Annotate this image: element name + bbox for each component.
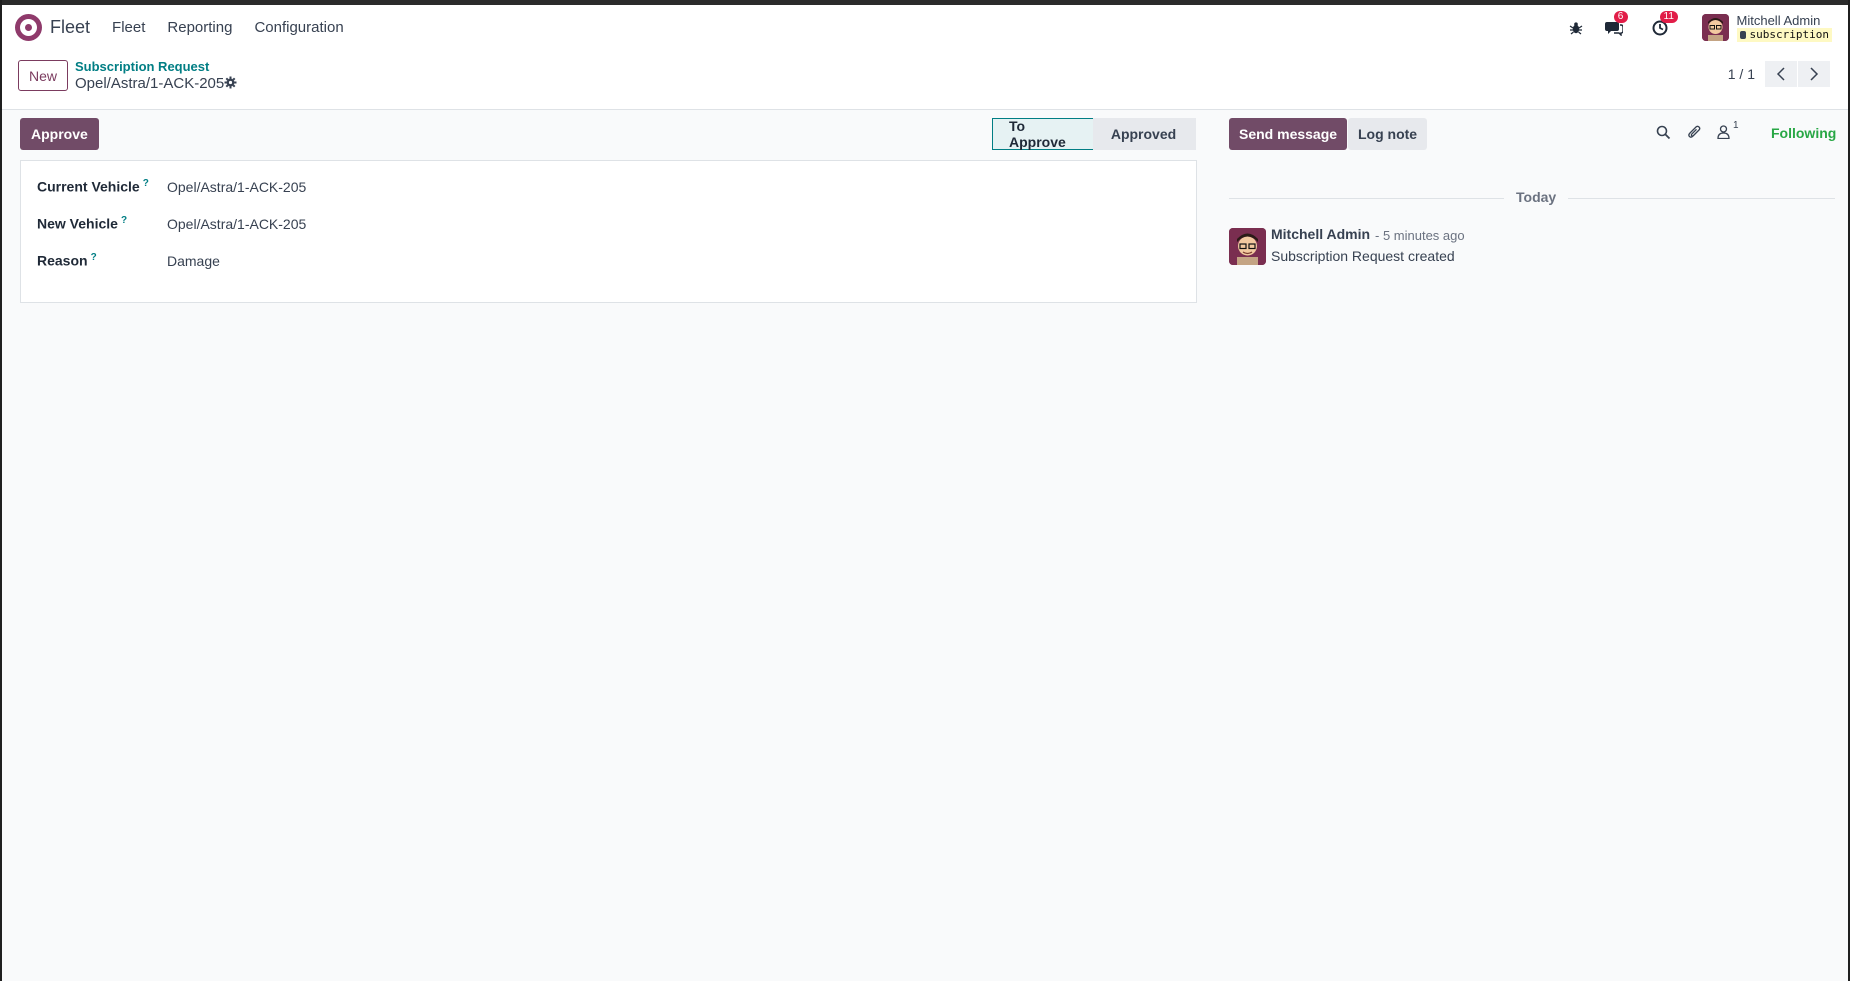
pager-next-button[interactable] — [1798, 61, 1830, 87]
status-bar: To Approve Approved — [992, 118, 1196, 150]
following-button[interactable]: Following — [1771, 125, 1836, 141]
paperclip-icon[interactable] — [1687, 124, 1701, 140]
log-note-button[interactable]: Log note — [1348, 118, 1428, 150]
database-name: subscription — [1736, 27, 1832, 42]
field-label: New Vehicle? — [37, 215, 128, 232]
chat-icon[interactable]: 6 — [1604, 10, 1628, 38]
help-tooltip-icon[interactable]: ? — [143, 178, 149, 189]
activities-badge: 11 — [1659, 10, 1678, 23]
menu-item-fleet[interactable]: Fleet — [112, 19, 145, 36]
message-body: Subscription Request created — [1271, 248, 1455, 264]
fleet-logo-icon — [15, 14, 42, 41]
help-tooltip-icon[interactable]: ? — [91, 252, 97, 263]
control-panel: New Subscription Request Opel/Astra/1-AC… — [2, 50, 1848, 110]
field-label: Reason? — [37, 252, 97, 269]
record-name: Opel/Astra/1-ACK-205 — [75, 75, 225, 92]
form-sheet: Current Vehicle? Opel/Astra/1-ACK-205 Ne… — [20, 160, 1197, 303]
new-vehicle-value[interactable]: Opel/Astra/1-ACK-205 — [167, 216, 306, 232]
message-timestamp: - 5 minutes ago — [1375, 228, 1465, 243]
main-navbar: Fleet Fleet Reporting Configuration 6 11… — [2, 5, 1848, 50]
user-avatar[interactable] — [1701, 14, 1729, 41]
chevron-left-icon — [1776, 67, 1785, 81]
menu-item-configuration[interactable]: Configuration — [254, 19, 343, 36]
chevron-right-icon — [1810, 67, 1819, 81]
pager: 1 / 1 — [1728, 61, 1830, 87]
systray: 6 11 Mitchell Admin subscription — [1566, 5, 1848, 50]
current-vehicle-value[interactable]: Opel/Astra/1-ACK-205 — [167, 179, 306, 195]
approve-button[interactable]: Approve — [20, 118, 99, 150]
pager-previous-button[interactable] — [1765, 61, 1797, 87]
messages-badge: 6 — [1613, 10, 1628, 23]
new-button[interactable]: New — [18, 60, 69, 91]
clock-icon[interactable]: 11 — [1650, 10, 1678, 38]
send-message-button[interactable]: Send message — [1229, 118, 1348, 150]
field-reason: Reason? Damage — [37, 252, 220, 269]
top-menu: Fleet Reporting Configuration — [112, 19, 366, 36]
app-name: Fleet — [50, 17, 91, 37]
pager-value[interactable]: 1 / 1 — [1728, 66, 1755, 82]
chatter-tools: 1 — [1656, 120, 1742, 140]
breadcrumb-subscription-request[interactable]: Subscription Request — [75, 59, 209, 74]
menu-item-reporting[interactable]: Reporting — [167, 19, 232, 36]
status-approved[interactable]: Approved — [1093, 118, 1196, 150]
field-label: Current Vehicle? — [37, 178, 149, 195]
bug-icon[interactable] — [1566, 18, 1586, 38]
gear-icon[interactable] — [224, 76, 237, 93]
date-separator-label: Today — [1504, 189, 1569, 205]
help-tooltip-icon[interactable]: ? — [121, 215, 127, 226]
followers-count: 1 — [1733, 120, 1739, 131]
field-new-vehicle: New Vehicle? Opel/Astra/1-ACK-205 — [37, 215, 306, 232]
field-current-vehicle: Current Vehicle? Opel/Astra/1-ACK-205 — [37, 178, 306, 195]
user-icon[interactable]: 1 — [1717, 120, 1739, 139]
database-icon — [1739, 30, 1746, 39]
search-icon[interactable] — [1656, 125, 1671, 140]
user-menu[interactable]: Mitchell Admin subscription — [1736, 12, 1832, 42]
status-to-approve[interactable]: To Approve — [992, 118, 1093, 150]
message-author-avatar[interactable] — [1229, 228, 1266, 265]
user-name: Mitchell Admin — [1736, 12, 1821, 28]
reason-value[interactable]: Damage — [167, 253, 220, 269]
message-author[interactable]: Mitchell Admin — [1271, 226, 1370, 242]
app-brand[interactable]: Fleet — [15, 14, 90, 41]
